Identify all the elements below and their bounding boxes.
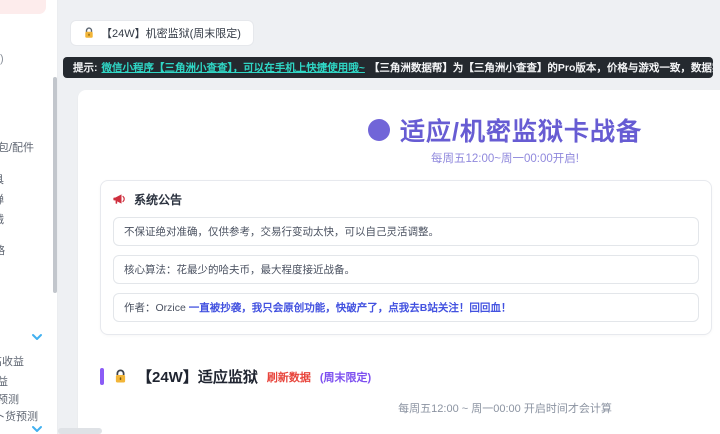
sidebar-item-label[interactable]: 械 — [0, 211, 4, 227]
sidebar-item-label[interactable]: 预测 — [0, 391, 19, 407]
sidebar-item-label[interactable]: 卜货预测 — [0, 408, 38, 424]
sidebar: ) 包/配件 具 弹 械 略 高收益 益 预测 卜货预测 — [0, 0, 58, 434]
sidebar-item-label[interactable]: 具 — [0, 171, 4, 187]
sidebar-item-label[interactable]: ) — [0, 53, 4, 65]
sidebar-item-label[interactable]: 略 — [0, 242, 5, 258]
refresh-data-button[interactable]: 刷新数据 — [267, 369, 311, 385]
tab-label: 【24W】机密监狱(周末限定) — [101, 28, 241, 40]
page-subtitle: 每周五12:00~周一00:00开启! — [431, 153, 579, 165]
lock-icon — [113, 369, 128, 384]
chevron-down-icon[interactable] — [31, 331, 43, 343]
sidebar-item-label[interactable]: 弹 — [0, 191, 4, 207]
content-card: 适应/机密监狱卡战备 每周五12:00~周一00:00开启! 系统公告 不保证绝… — [78, 90, 720, 434]
announcement-row: 不保证绝对准确，仅供参考，交易行变动太快，可以自己灵活调整。 — [113, 217, 699, 246]
author-prefix: 作者：Orzice — [124, 302, 186, 314]
page-title: 适应/机密监狱卡战备 — [400, 118, 642, 146]
announcement-header: 系统公告 — [113, 191, 699, 208]
lock-icon — [83, 27, 95, 39]
notice-miniprogram-link[interactable]: 微信小程序【三角洲小查查】，可以在手机上快捷使用哦~ — [102, 60, 365, 75]
sidebar-active-item[interactable] — [0, 0, 46, 14]
weekend-limited-badge: (周末限定) — [319, 371, 372, 384]
sidebar-item-label[interactable]: 包/配件 — [0, 139, 34, 155]
bilibili-follow-link[interactable]: 一直被抄袭，我只会原创功能，快破产了，点我去B站关注！回回血！ — [189, 302, 512, 314]
notice-bar: 提示: 微信小程序【三角洲小查查】，可以在手机上快捷使用哦~ 【三角洲数据帮】为… — [63, 57, 713, 78]
section-header: 【24W】适应监狱 刷新数据 (周末限定) — [100, 366, 371, 387]
section-title: 【24W】适应监狱 — [137, 369, 258, 386]
page-title-row: 适应/机密监狱卡战备 — [78, 112, 720, 148]
announcement-row-author: 作者：Orzice 一直被抄袭，我只会原创功能，快破产了，点我去B站关注！回回血… — [113, 293, 699, 322]
megaphone-icon — [113, 193, 127, 206]
horizontal-scrollbar[interactable] — [58, 428, 102, 434]
tab-jail-24w[interactable]: 【24W】机密监狱(周末限定) — [70, 20, 254, 46]
section-accent-bar — [100, 368, 104, 385]
announcement-row: 核心算法：花最少的哈夫币，最大程度接近战备。 — [113, 255, 699, 284]
purple-circle-icon — [368, 119, 391, 141]
notice-text: 【三角洲数据帮】为【三角洲小查查】的Pro版本，价格与游戏一致，数据实时更新! — [368, 62, 713, 74]
sidebar-item-label[interactable]: 益 — [0, 373, 8, 389]
sidebar-scrollbar[interactable] — [53, 77, 57, 293]
announcement-panel: 系统公告 不保证绝对准确，仅供参考，交易行变动太快，可以自己灵活调整。 核心算法… — [100, 180, 712, 335]
main-area: 【24W】机密监狱(周末限定) 提示: 微信小程序【三角洲小查查】，可以在手机上… — [58, 0, 720, 434]
schedule-note: 每周五12:00 ~ 周一00:00 开启时间才会计算 — [398, 403, 612, 415]
sidebar-item-label[interactable]: 高收益 — [0, 353, 24, 369]
notice-prefix: 提示: — [73, 62, 98, 74]
announcement-title: 系统公告 — [134, 193, 183, 207]
chevron-down-icon[interactable] — [31, 423, 43, 434]
